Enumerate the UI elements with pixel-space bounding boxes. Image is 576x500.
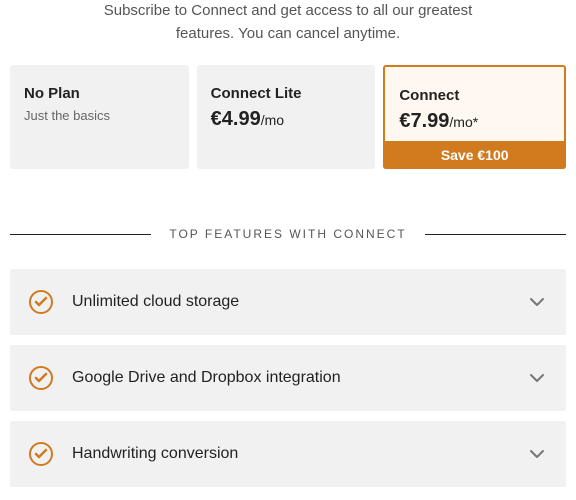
plan-period: /mo* bbox=[449, 114, 478, 130]
subtitle: Subscribe to Connect and get access to a… bbox=[0, 0, 576, 65]
chevron-down-icon bbox=[526, 443, 548, 465]
feature-row-integration[interactable]: Google Drive and Dropbox integration bbox=[10, 345, 566, 411]
features-header-label: TOP FEATURES WITH CONNECT bbox=[151, 227, 424, 241]
subtitle-line2: features. You can cancel anytime. bbox=[176, 25, 400, 42]
check-icon bbox=[28, 365, 54, 391]
plan-connect-lite[interactable]: Connect Lite €4.99/mo bbox=[197, 65, 376, 169]
plan-price: €4.99 bbox=[211, 108, 261, 130]
plan-title: Connect Lite bbox=[211, 85, 362, 102]
feature-row-storage[interactable]: Unlimited cloud storage bbox=[10, 269, 566, 335]
plan-subtitle: Just the basics bbox=[24, 108, 175, 123]
plan-no-plan[interactable]: No Plan Just the basics bbox=[10, 65, 189, 169]
chevron-down-icon bbox=[526, 291, 548, 313]
check-icon bbox=[28, 289, 54, 315]
save-badge: Save €100 bbox=[383, 141, 566, 169]
divider-line bbox=[425, 234, 566, 235]
plan-title: Connect bbox=[399, 87, 550, 104]
feature-label: Handwriting conversion bbox=[72, 445, 526, 463]
plan-period: /mo bbox=[261, 112, 284, 128]
plan-connect[interactable]: Connect €7.99/mo* Save €100 bbox=[383, 65, 566, 169]
features-header: TOP FEATURES WITH CONNECT bbox=[0, 209, 576, 269]
check-icon bbox=[28, 441, 54, 467]
plan-title: No Plan bbox=[24, 85, 175, 102]
feature-row-handwriting[interactable]: Handwriting conversion bbox=[10, 421, 566, 487]
plans-row: No Plan Just the basics Connect Lite €4.… bbox=[0, 65, 576, 209]
subtitle-line1: Subscribe to Connect and get access to a… bbox=[104, 2, 473, 19]
chevron-down-icon bbox=[526, 367, 548, 389]
divider-line bbox=[10, 234, 151, 235]
plan-price: €7.99 bbox=[399, 110, 449, 132]
feature-label: Unlimited cloud storage bbox=[72, 293, 526, 311]
feature-label: Google Drive and Dropbox integration bbox=[72, 369, 526, 387]
